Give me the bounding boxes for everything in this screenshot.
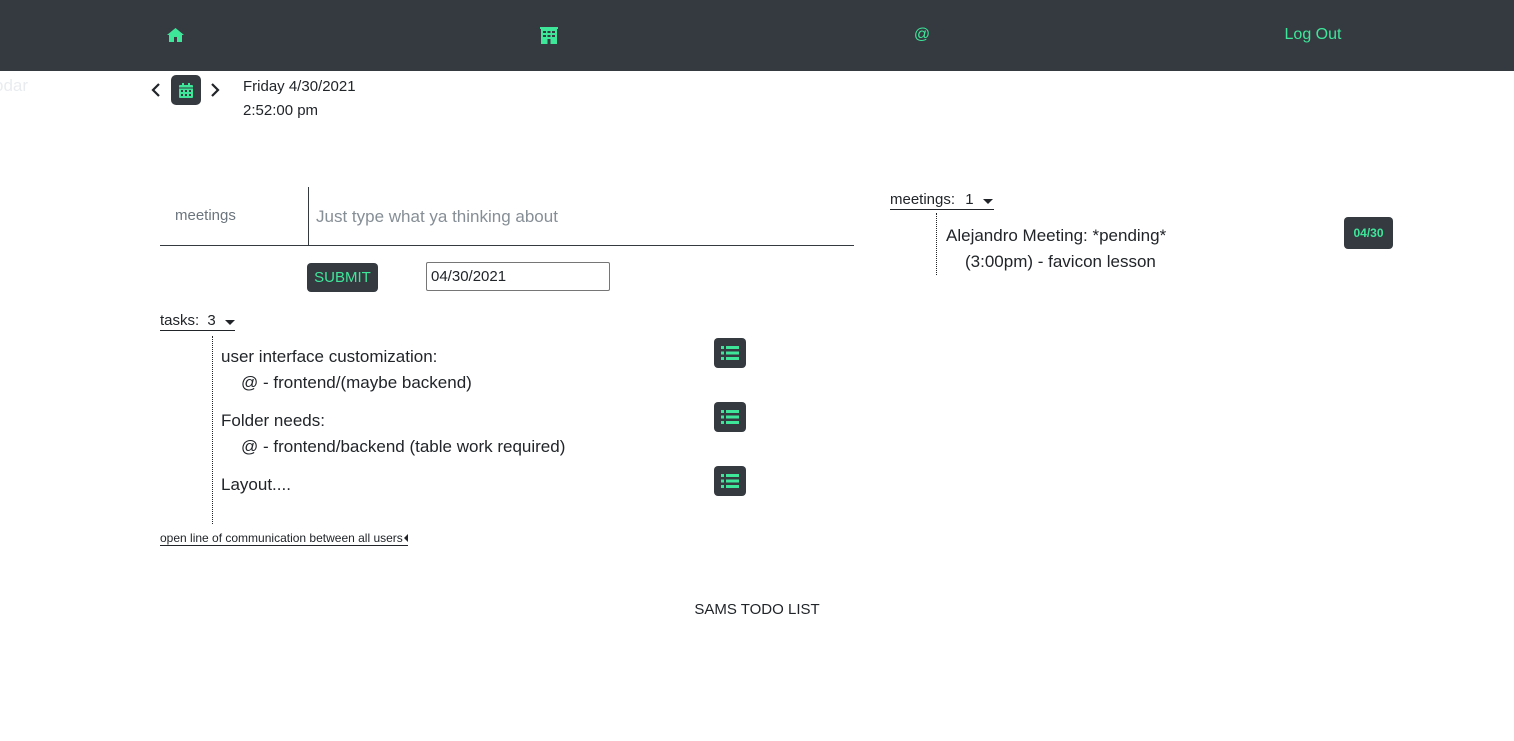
- calendar-icon: [179, 82, 193, 98]
- entry-divider: [308, 187, 309, 245]
- meetings-label: meetings:: [890, 191, 956, 208]
- task-subtitle: @ - frontend/backend (table work require…: [241, 437, 566, 456]
- tasks-dropdown[interactable]: tasks: 3: [160, 312, 235, 331]
- meetings-tree-line: [936, 213, 937, 275]
- caret-down-icon: [982, 199, 993, 204]
- caret-down-icon: [224, 320, 235, 325]
- task-title: Folder needs:: [221, 411, 325, 430]
- footer-title: SAMS TODO LIST: [694, 601, 820, 618]
- current-date: Friday 4/30/2021: [243, 78, 356, 95]
- meeting-date-button[interactable]: 04/30: [1344, 217, 1393, 249]
- entry-category-label[interactable]: meetings: [175, 207, 236, 224]
- tasks-tree-line: [212, 336, 213, 524]
- tasks-count: 3: [207, 312, 216, 329]
- communication-link[interactable]: open line of communication between all u…: [160, 531, 408, 546]
- meeting-title: Alejandro Meeting: *pending*: [946, 226, 1167, 245]
- submit-button[interactable]: SUBMIT: [307, 263, 378, 292]
- building-icon[interactable]: [537, 22, 561, 48]
- meeting-subtitle: (3:00pm) - favicon lesson: [965, 252, 1156, 271]
- entry-input[interactable]: [310, 195, 858, 239]
- faded-text: odar: [0, 76, 29, 95]
- task-menu-button[interactable]: [714, 466, 746, 496]
- task-title: user interface customization:: [221, 347, 438, 366]
- task-title: Layout....: [221, 475, 291, 494]
- list-icon: [721, 474, 739, 488]
- list-icon: [721, 410, 739, 424]
- date-field[interactable]: [426, 262, 610, 291]
- task-menu-button[interactable]: [714, 338, 746, 368]
- list-icon: [721, 346, 739, 360]
- chevron-left-icon[interactable]: [147, 81, 165, 99]
- meetings-dropdown[interactable]: meetings: 1: [890, 191, 994, 210]
- top-navbar: @ Log Out: [0, 0, 1514, 71]
- logout-button[interactable]: Log Out: [1280, 22, 1346, 48]
- chevron-right-icon[interactable]: [206, 81, 224, 99]
- home-icon[interactable]: [163, 22, 187, 48]
- meetings-count: 1: [965, 191, 974, 208]
- current-time: 2:52:00 pm: [243, 102, 319, 119]
- tasks-label: tasks:: [160, 312, 200, 329]
- calendar-button[interactable]: [171, 75, 201, 105]
- entry-form: meetings: [160, 187, 858, 246]
- task-menu-button[interactable]: [714, 402, 746, 432]
- mentions-link[interactable]: @: [910, 22, 934, 48]
- caret-left-icon: [403, 534, 408, 542]
- communication-link-label: open line of communication between all u…: [160, 531, 403, 545]
- task-subtitle: @ - frontend/(maybe backend): [241, 373, 472, 392]
